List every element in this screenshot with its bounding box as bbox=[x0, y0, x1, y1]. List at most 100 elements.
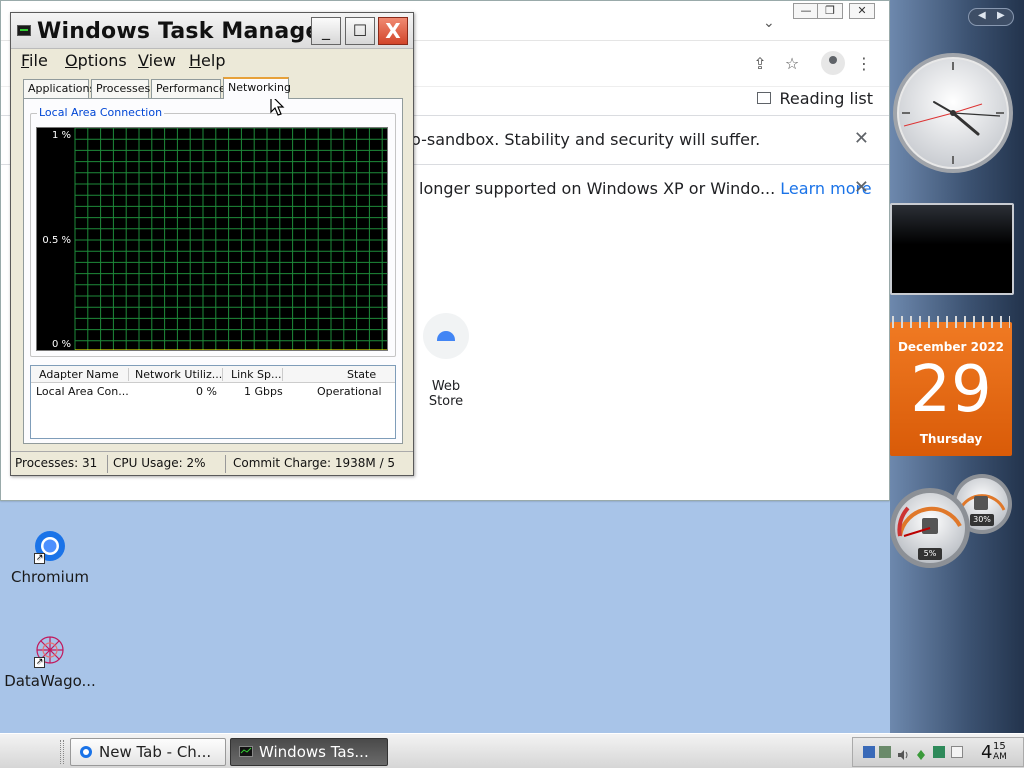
task-label: New Tab - Ch... bbox=[99, 743, 212, 761]
tab-processes[interactable]: Processes bbox=[91, 79, 150, 99]
clock-hour[interactable]: 4 bbox=[981, 742, 992, 763]
network-tray-icon[interactable] bbox=[863, 746, 875, 758]
infobar-message-wrap: longer supported on Windows XP or Windo.… bbox=[419, 179, 872, 198]
desktop-icon-label: Chromium bbox=[11, 568, 89, 586]
column-separator bbox=[282, 368, 283, 381]
browser-restore-button[interactable]: ❐ bbox=[817, 3, 843, 19]
desktop-icon-chromium[interactable]: ↗ Chromium bbox=[0, 528, 100, 586]
bookmark-star-icon[interactable]: ☆ bbox=[781, 53, 803, 75]
sidebar-prev-button[interactable]: ◀ bbox=[978, 10, 986, 21]
clock-ampm: AM bbox=[993, 752, 1007, 762]
desktop-icon-label: DataWago... bbox=[4, 672, 96, 690]
status-divider bbox=[225, 455, 226, 473]
menu-options[interactable]: Options bbox=[65, 51, 127, 70]
start-button[interactable] bbox=[0, 734, 58, 768]
menu-bar: File Options View Help bbox=[11, 49, 413, 73]
reading-list-icon bbox=[757, 91, 772, 104]
column-network-utilization[interactable]: Network Utiliz... bbox=[135, 368, 222, 381]
system-tray: 4 15 AM bbox=[852, 737, 1024, 767]
sidebar-nav: ◀ ▶ bbox=[968, 8, 1014, 26]
shortcut-web-store[interactable]: Web Store bbox=[413, 313, 479, 409]
calendar-rings bbox=[892, 316, 1010, 328]
task-manager-titlebar[interactable]: Windows Task Manager _ ☐ X bbox=[11, 13, 413, 49]
menu-label-rest: ptions bbox=[77, 51, 127, 70]
cpu-meter-value: 5% bbox=[918, 548, 942, 560]
tab-applications[interactable]: Applications bbox=[23, 79, 95, 99]
taskbar-button-new-tab[interactable]: New Tab - Ch... bbox=[70, 738, 226, 766]
menu-help[interactable]: Help bbox=[189, 51, 225, 70]
shortcut-arrow-icon: ↗ bbox=[34, 553, 45, 564]
menu-file[interactable]: File bbox=[21, 51, 48, 70]
adapter-state: Operational bbox=[317, 385, 382, 398]
adapter-name: Local Area Con... bbox=[36, 385, 129, 398]
browser-minimize-button[interactable]: — bbox=[793, 3, 819, 19]
menu-label-rest: iew bbox=[148, 51, 176, 70]
table-row[interactable]: Local Area Con... 0 % 1 Gbps Operational bbox=[31, 383, 395, 400]
status-divider bbox=[107, 455, 108, 473]
calendar-gadget[interactable]: December 2022 29 Thursday bbox=[890, 316, 1012, 456]
reading-list-label: Reading list bbox=[779, 89, 873, 108]
browser-close-button[interactable]: ✕ bbox=[849, 3, 875, 19]
column-link-speed[interactable]: Link Sp... bbox=[231, 368, 281, 381]
graph-y-label-bottom: 0 % bbox=[51, 339, 71, 350]
tab-performance[interactable]: Performance bbox=[151, 79, 226, 99]
taskbar: New Tab - Ch... Windows Tas... 4 15 AM bbox=[0, 733, 1024, 768]
graph-grid bbox=[74, 128, 387, 350]
status-bar: Processes: 31 CPU Usage: 2% Commit Charg… bbox=[11, 451, 413, 475]
network-groupbox: Local Area Connection 1 % 0.5 % 0 % bbox=[30, 106, 396, 357]
calendar-day: 29 bbox=[910, 353, 992, 427]
network-utilization-graph: 1 % 0.5 % 0 % bbox=[36, 127, 388, 351]
infobar-close-button[interactable]: ✕ bbox=[854, 128, 869, 149]
window-title: Windows Task Manager bbox=[37, 19, 332, 44]
menu-view[interactable]: View bbox=[138, 51, 176, 70]
menu-accel-key: O bbox=[65, 51, 78, 70]
memory-meter-value: 30% bbox=[970, 514, 994, 526]
menu-label-rest: elp bbox=[201, 51, 226, 70]
antivirus-tray-icon[interactable] bbox=[915, 746, 927, 760]
infobar-message: o-sandbox. Stability and security will s… bbox=[411, 130, 761, 149]
reading-list-button[interactable]: Reading list bbox=[757, 89, 873, 108]
shortcut-label: Web Store bbox=[428, 379, 464, 409]
browser-menu-icon[interactable]: ⋮ bbox=[853, 53, 875, 75]
adapter-list[interactable]: Adapter Name Network Utiliz... Link Sp..… bbox=[30, 365, 396, 439]
taskbar-grip[interactable] bbox=[60, 740, 64, 764]
security-tray-icon[interactable] bbox=[879, 746, 891, 758]
chromium-icon: ↗ bbox=[32, 528, 68, 564]
cpu-meter-gadget[interactable]: 5% 30% bbox=[890, 470, 1016, 574]
profile-avatar-icon[interactable] bbox=[821, 51, 845, 75]
maximize-button[interactable]: ☐ bbox=[345, 17, 375, 45]
clock-gadget[interactable] bbox=[890, 50, 1016, 180]
sidebar-next-button[interactable]: ▶ bbox=[997, 10, 1005, 21]
menu-accel-key: V bbox=[138, 51, 149, 70]
infobar-close-button[interactable]: ✕ bbox=[854, 177, 869, 198]
adapter-link-speed: 1 Gbps bbox=[244, 385, 283, 398]
infobar-message: longer supported on Windows XP or Windo.… bbox=[419, 179, 776, 198]
slideshow-gadget[interactable] bbox=[890, 203, 1014, 295]
minimize-button[interactable]: _ bbox=[311, 17, 341, 45]
tab-networking[interactable]: Networking bbox=[223, 77, 291, 99]
task-label: Windows Tas... bbox=[259, 743, 369, 761]
column-state[interactable]: State bbox=[347, 368, 376, 381]
display-tray-icon[interactable] bbox=[951, 746, 963, 758]
tab-search-dropdown[interactable]: ⌄ bbox=[763, 15, 775, 31]
task-manager-icon bbox=[239, 746, 253, 757]
status-cpu-usage: CPU Usage: 2% bbox=[113, 456, 206, 470]
graph-y-label-mid: 0.5 % bbox=[42, 235, 71, 246]
task-manager-window: Windows Task Manager _ ☐ X File Options … bbox=[10, 12, 414, 476]
menu-accel-key: H bbox=[189, 51, 202, 70]
taskbar-button-task-manager[interactable]: Windows Tas... bbox=[230, 738, 388, 766]
adapter-utilization: 0 % bbox=[196, 385, 217, 398]
task-manager-app-icon bbox=[17, 25, 31, 36]
update-tray-icon[interactable] bbox=[933, 746, 945, 758]
close-button[interactable]: X bbox=[378, 17, 408, 45]
column-separator bbox=[222, 368, 223, 381]
desktop-icon-datawago[interactable]: ↗ DataWago... bbox=[0, 632, 100, 690]
column-separator bbox=[128, 368, 129, 381]
adapter-list-header: Adapter Name Network Utiliz... Link Sp..… bbox=[31, 366, 395, 383]
cpu-meter-dials bbox=[890, 474, 1012, 568]
volume-tray-icon[interactable] bbox=[897, 746, 909, 760]
column-adapter-name[interactable]: Adapter Name bbox=[39, 368, 119, 381]
share-icon[interactable]: ⇪ bbox=[749, 53, 771, 75]
web-store-icon bbox=[423, 313, 469, 359]
graph-y-label-top: 1 % bbox=[51, 130, 71, 141]
